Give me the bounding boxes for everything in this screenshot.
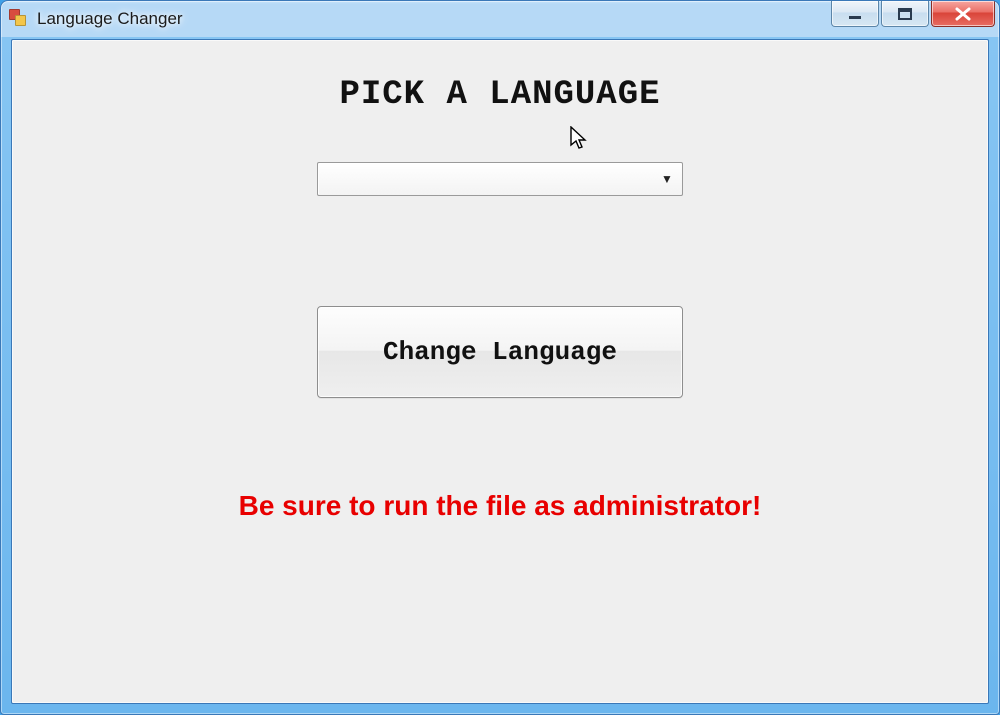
application-window: Language Changer PICK A LANGUAGE [0, 0, 1000, 715]
titlebar[interactable]: Language Changer [1, 1, 999, 37]
close-icon [954, 7, 972, 21]
page-heading: PICK A LANGUAGE [12, 76, 988, 114]
client-area: PICK A LANGUAGE ▼ Change Language Be sur… [11, 39, 989, 704]
mouse-cursor-icon [570, 126, 590, 152]
chevron-down-icon: ▼ [658, 172, 676, 186]
maximize-button[interactable] [881, 1, 929, 27]
maximize-icon [897, 7, 913, 21]
minimize-button[interactable] [831, 1, 879, 27]
language-dropdown[interactable]: ▼ [317, 162, 683, 196]
app-icon [9, 9, 29, 29]
change-language-button[interactable]: Change Language [317, 306, 683, 398]
window-controls [831, 1, 995, 27]
close-button[interactable] [931, 1, 995, 27]
admin-warning-label: Be sure to run the file as administrator… [12, 490, 988, 522]
minimize-icon [847, 7, 863, 21]
